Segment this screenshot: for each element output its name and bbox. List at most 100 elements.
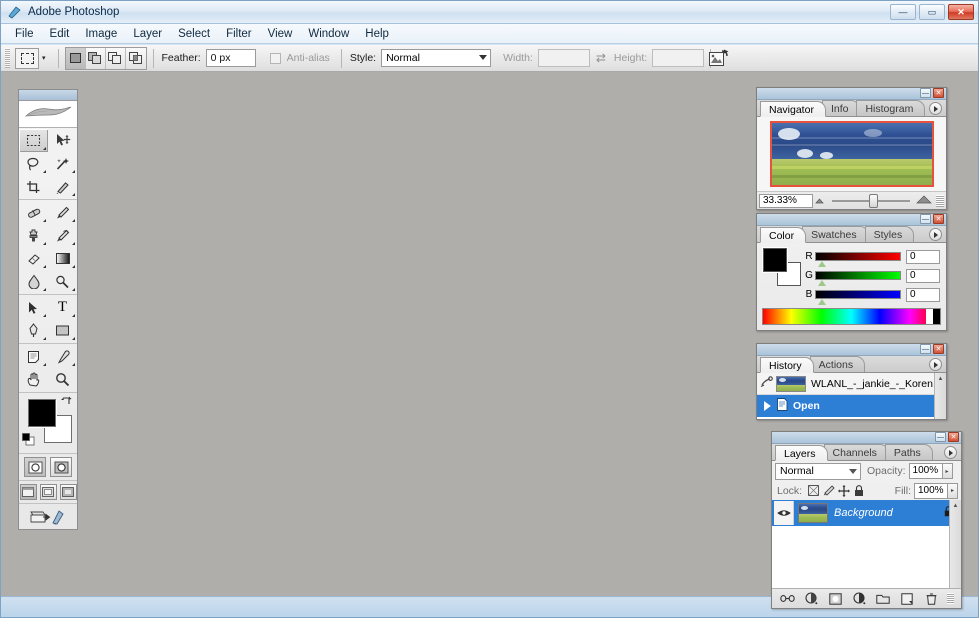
chevron-down-icon[interactable]: ▾: [42, 54, 46, 62]
history-state-marker[interactable]: [760, 401, 774, 411]
lock-position-icon[interactable]: [836, 483, 851, 498]
zoom-level-input[interactable]: 33.33%: [759, 194, 813, 208]
minimize-icon[interactable]: —: [920, 88, 931, 98]
resize-grip[interactable]: [947, 593, 954, 604]
foreground-color-swatch[interactable]: [763, 248, 787, 272]
close-icon[interactable]: ✕: [933, 344, 944, 354]
tab-swatches[interactable]: Swatches: [802, 226, 869, 242]
pen-tool[interactable]: [19, 319, 48, 342]
full-screen-mode[interactable]: [60, 484, 77, 500]
tab-layers[interactable]: Layers: [775, 445, 828, 461]
green-slider[interactable]: [815, 271, 901, 280]
maximize-button[interactable]: ▭: [919, 4, 945, 20]
red-slider[interactable]: [815, 252, 901, 261]
close-button[interactable]: ✕: [948, 4, 974, 20]
blur-tool[interactable]: [19, 270, 48, 293]
foreground-color-swatch[interactable]: [28, 399, 56, 427]
lasso-tool[interactable]: [19, 152, 48, 175]
color-menu-button[interactable]: [929, 228, 942, 241]
navigator-preview[interactable]: [757, 117, 946, 191]
adjustment-layer-button[interactable]: [851, 591, 868, 606]
menu-file[interactable]: File: [7, 26, 42, 42]
crop-tool[interactable]: [19, 175, 48, 198]
standard-screen-mode[interactable]: [20, 484, 37, 500]
menu-layer[interactable]: Layer: [125, 26, 170, 42]
slice-tool[interactable]: [48, 175, 77, 198]
tab-actions[interactable]: Actions: [810, 356, 865, 372]
hand-tool[interactable]: [19, 368, 48, 391]
layers-menu-button[interactable]: [944, 446, 957, 459]
opacity-stepper[interactable]: ▸: [943, 463, 953, 479]
white-black-chips[interactable]: [926, 309, 940, 324]
standard-mode-button[interactable]: [24, 457, 46, 477]
dodge-tool[interactable]: [48, 270, 77, 293]
lock-transparent-pixels-icon[interactable]: [806, 483, 821, 498]
link-layers-button[interactable]: [779, 591, 796, 606]
rectangle-shape-tool[interactable]: [48, 319, 77, 342]
tab-histogram[interactable]: Histogram: [856, 100, 925, 116]
notes-tool[interactable]: [19, 345, 48, 368]
navigator-title-bar[interactable]: — ✕: [757, 88, 946, 100]
jump-to-imageready-icon[interactable]: [19, 503, 77, 529]
zoom-slider[interactable]: [832, 200, 910, 202]
lock-image-pixels-icon[interactable]: [821, 483, 836, 498]
menu-image[interactable]: Image: [77, 26, 125, 42]
eraser-tool[interactable]: [19, 247, 48, 270]
tab-channels[interactable]: Channels: [824, 444, 889, 460]
new-layer-button[interactable]: [899, 591, 916, 606]
go-to-bridge-icon[interactable]: [705, 48, 733, 70]
blend-mode-select[interactable]: Normal: [775, 463, 861, 480]
zoom-slider-thumb[interactable]: [869, 194, 878, 208]
layers-scrollbar[interactable]: ▲: [949, 500, 961, 588]
type-tool[interactable]: T: [48, 296, 77, 319]
layer-name[interactable]: Background: [834, 507, 944, 519]
style-select[interactable]: Normal: [381, 49, 491, 67]
menu-help[interactable]: Help: [357, 26, 397, 42]
quick-mask-mode-button[interactable]: [50, 457, 72, 477]
minimize-icon[interactable]: —: [920, 214, 931, 224]
scroll-up-icon[interactable]: ▲: [950, 500, 961, 512]
tab-styles[interactable]: Styles: [865, 226, 915, 242]
red-value[interactable]: 0: [906, 250, 940, 264]
close-icon[interactable]: ✕: [933, 88, 944, 98]
path-selection-tool[interactable]: [19, 296, 48, 319]
minimize-icon[interactable]: —: [935, 432, 946, 442]
delete-layer-button[interactable]: [923, 591, 940, 606]
move-tool[interactable]: [48, 129, 77, 152]
scroll-up-icon[interactable]: ▲: [935, 373, 946, 385]
eyedropper-tool[interactable]: [48, 345, 77, 368]
clone-stamp-tool[interactable]: [19, 224, 48, 247]
brush-tool[interactable]: [48, 201, 77, 224]
small-mountain-icon[interactable]: [813, 194, 826, 208]
history-menu-button[interactable]: [929, 358, 942, 371]
gradient-tool[interactable]: [48, 247, 77, 270]
fill-value[interactable]: 100%: [914, 483, 948, 499]
opacity-value[interactable]: 100%: [909, 463, 943, 479]
table-row[interactable]: Background ▲: [772, 500, 961, 526]
navigator-menu-button[interactable]: [929, 102, 942, 115]
history-brush-tool[interactable]: [48, 224, 77, 247]
tab-paths[interactable]: Paths: [885, 444, 933, 460]
full-screen-menubar-mode[interactable]: [40, 484, 57, 500]
rectangular-marquee-tool[interactable]: [19, 129, 48, 152]
minimize-icon[interactable]: —: [920, 344, 931, 354]
swap-colors-icon[interactable]: [60, 395, 73, 411]
new-selection-button[interactable]: [66, 48, 86, 69]
zoom-tool[interactable]: [48, 368, 77, 391]
tab-color[interactable]: Color: [760, 227, 806, 243]
add-to-selection-button[interactable]: [86, 48, 106, 69]
lock-all-icon[interactable]: [851, 483, 866, 498]
history-state-open[interactable]: Open: [757, 395, 946, 417]
layer-style-button[interactable]: [803, 591, 820, 606]
minimize-button[interactable]: —: [890, 4, 916, 20]
default-colors-icon[interactable]: [22, 433, 35, 449]
color-spectrum-ramp[interactable]: [762, 308, 941, 325]
tab-info[interactable]: Info: [822, 100, 861, 116]
history-title-bar[interactable]: — ✕: [757, 344, 946, 356]
width-input[interactable]: [538, 49, 590, 67]
blue-value[interactable]: 0: [906, 288, 940, 302]
blue-slider[interactable]: [815, 290, 901, 299]
new-group-button[interactable]: [875, 591, 892, 606]
layer-visibility-icon[interactable]: [774, 501, 794, 525]
menu-filter[interactable]: Filter: [218, 26, 260, 42]
